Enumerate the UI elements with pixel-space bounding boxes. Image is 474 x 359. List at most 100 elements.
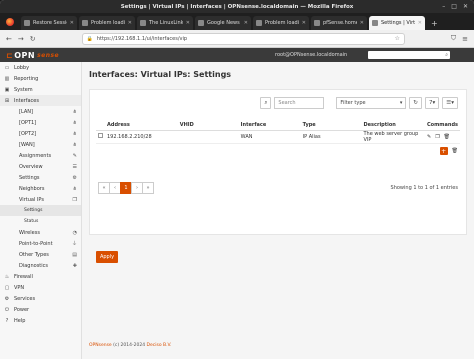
sidebar-item-label: Settings (19, 174, 40, 181)
sidebar-item-vip-status[interactable]: Status (0, 216, 81, 227)
browser-tab[interactable]: Restore Session✕ (21, 16, 77, 30)
sidebar-item-vip-settings[interactable]: Settings (0, 205, 81, 216)
sidebar-item-power[interactable]: ⏻ Power (0, 304, 81, 315)
refresh-icon: ↻ (413, 100, 419, 106)
sidebar-item-label: Interfaces (14, 97, 39, 104)
filter-type-select[interactable]: Filter type ▾ (336, 97, 407, 109)
tab-label: pfSense.home.a (323, 20, 357, 26)
sidebar-item-lan[interactable]: [LAN] ⋔ (0, 106, 81, 117)
sidebar-item-lobby[interactable]: ▭ Lobby (0, 62, 81, 73)
browser-tab[interactable]: Problem loading✕ (253, 16, 309, 30)
sidebar-item-wireless[interactable]: Wireless ◔ (0, 227, 81, 238)
sidebar-item-diagnostics[interactable]: Diagnostics ✚ (0, 260, 81, 271)
search-button[interactable]: ⌕ (260, 97, 272, 109)
logo-bracket-icon: ⊏ (6, 50, 14, 60)
browser-tab[interactable]: Problem loading✕ (79, 16, 135, 30)
tab-close-icon[interactable]: ✕ (244, 20, 248, 26)
sidebar-item-opt2[interactable]: [OPT2] ⋔ (0, 128, 81, 139)
column-header[interactable]: Address (105, 120, 178, 131)
edit-pencil-icon[interactable]: ✎ (427, 134, 431, 140)
tab-label: Settings | Virtual (381, 20, 415, 26)
forward-icon[interactable]: → (18, 35, 24, 43)
tab-close-icon[interactable]: ✕ (186, 20, 190, 26)
sidebar-item-label: Point-to-Point (19, 240, 53, 247)
shield-icon[interactable]: ⛉ (451, 34, 456, 43)
sidebar-item-overview[interactable]: Overview ☰ (0, 161, 81, 172)
sidebar-item-other-types[interactable]: Other Types ▤ (0, 249, 81, 260)
user-label[interactable]: root@OPNsense.localdomain (275, 52, 347, 58)
tab-close-icon[interactable]: ✕ (418, 20, 422, 26)
table-header-row: Address VHID Interface Type Description … (96, 120, 460, 131)
columns-button[interactable]: ☰▾ (442, 97, 458, 109)
new-tab-button[interactable]: + (431, 19, 438, 28)
sidebar-item-opt1[interactable]: [OPT1] ⋔ (0, 117, 81, 128)
column-header[interactable]: VHID (177, 120, 239, 131)
url-bar[interactable]: 🔒 https://192.168.1.1/ui/interfaces/vip … (81, 32, 405, 45)
column-header[interactable]: Interface (238, 120, 301, 131)
refresh-button[interactable]: ↻ (409, 97, 423, 109)
help-icon: ? (5, 317, 9, 324)
browser-tab[interactable]: pfSense.home.a✕ (311, 16, 367, 30)
column-header[interactable]: Type (300, 120, 362, 131)
sidebar-item-services[interactable]: ⚙ Services (0, 293, 81, 304)
tab-close-icon[interactable]: ✕ (70, 20, 74, 26)
sidebar-item-help[interactable]: ? Help (0, 315, 81, 326)
bookmark-star-icon[interactable]: ☆ (394, 35, 399, 42)
sidebar-item-assignments[interactable]: Assignments ✎ (0, 150, 81, 161)
opnsense-logo[interactable]: ⊏ OPN sense (6, 51, 59, 60)
tab-close-icon[interactable]: ✕ (128, 20, 132, 26)
sidebar-item-wan[interactable]: [WAN] ⋔ (0, 139, 81, 150)
network-tree-icon: ⋔ (72, 130, 77, 137)
sidebar-item-label: Neighbors (19, 185, 45, 192)
back-icon[interactable]: ← (6, 35, 12, 43)
sidebar-item-label: [LAN] (19, 108, 33, 115)
logo-opn-text: OPN (14, 50, 36, 60)
sidebar-item-label: Reporting (14, 75, 39, 82)
grid-search-input[interactable]: Search (274, 97, 325, 109)
vip-table: Address VHID Interface Type Description … (96, 120, 460, 144)
minimize-icon[interactable]: – (442, 3, 445, 10)
sidebar-item-system[interactable]: ▣ System (0, 84, 81, 95)
copy-clone-icon[interactable]: ❐ (435, 134, 439, 140)
sidebar-item-settings[interactable]: Settings ⚙ (0, 172, 81, 183)
delete-selected-trash-icon[interactable]: 🗑 (452, 148, 458, 154)
sidebar-item-interfaces[interactable]: ⊞ Interfaces (0, 95, 81, 106)
select-all-header (96, 120, 105, 131)
logo-sense-text: sense (37, 51, 60, 59)
sidebar-item-firewall[interactable]: ♨ Firewall (0, 271, 81, 282)
footer-brand-link[interactable]: OPNsense (89, 343, 112, 348)
header-search-input[interactable]: ⌕ (368, 51, 450, 59)
grid-toolbar: ⌕ Search Filter type ▾ ↻ 7 ▾ ☰▾ (260, 97, 466, 109)
page-last-button[interactable]: » (142, 182, 154, 194)
maximize-icon[interactable]: □ (451, 3, 457, 10)
menu-icon[interactable]: ≡ (462, 35, 468, 43)
browser-tab-active[interactable]: Settings | Virtual✕ (369, 16, 425, 30)
sidebar-item-vpn[interactable]: ▢ VPN (0, 282, 81, 293)
sidebar-item-virtual-ips[interactable]: Virtual IPs ❐ (0, 194, 81, 205)
add-button[interactable]: + (439, 147, 448, 155)
browser-tab[interactable]: Google News ✕ (195, 16, 251, 30)
sidebar-item-reporting[interactable]: ▥ Reporting (0, 73, 81, 84)
sidebar-item-neighbors[interactable]: Neighbors ⋔ (0, 183, 81, 194)
tab-close-icon[interactable]: ✕ (302, 20, 306, 26)
title-bar: Settings | Virtual IPs | Interfaces | OP… (0, 0, 474, 13)
sidebar-item-point-to-point[interactable]: Point-to-Point ⏚ (0, 238, 81, 249)
tab-label: Problem loading (91, 20, 125, 26)
apply-button[interactable]: Apply (96, 251, 118, 263)
footer-company-link[interactable]: Deciso B.V. (147, 343, 172, 348)
delete-trash-icon[interactable]: 🗑 (444, 134, 450, 140)
lock-icon: 🔒 (86, 35, 93, 42)
tab-favicon-icon (372, 20, 378, 26)
cogs-icon: ⚙ (72, 174, 77, 181)
footer-text: (c) 2014-2024 (111, 343, 147, 348)
row-checkbox[interactable] (98, 133, 103, 138)
firefox-icon[interactable] (4, 16, 16, 28)
tab-close-icon[interactable]: ✕ (360, 20, 364, 26)
page-title: Interfaces: Virtual IPs: Settings (89, 70, 232, 79)
page-size-select[interactable]: 7 ▾ (425, 97, 440, 109)
reload-icon[interactable]: ↻ (30, 35, 36, 43)
cog-icon: ⚙ (4, 295, 10, 302)
close-icon[interactable]: ✕ (463, 3, 468, 10)
browser-tab[interactable]: The LinuxLink Tec✕ (137, 16, 193, 30)
column-header[interactable]: Description (361, 120, 425, 131)
